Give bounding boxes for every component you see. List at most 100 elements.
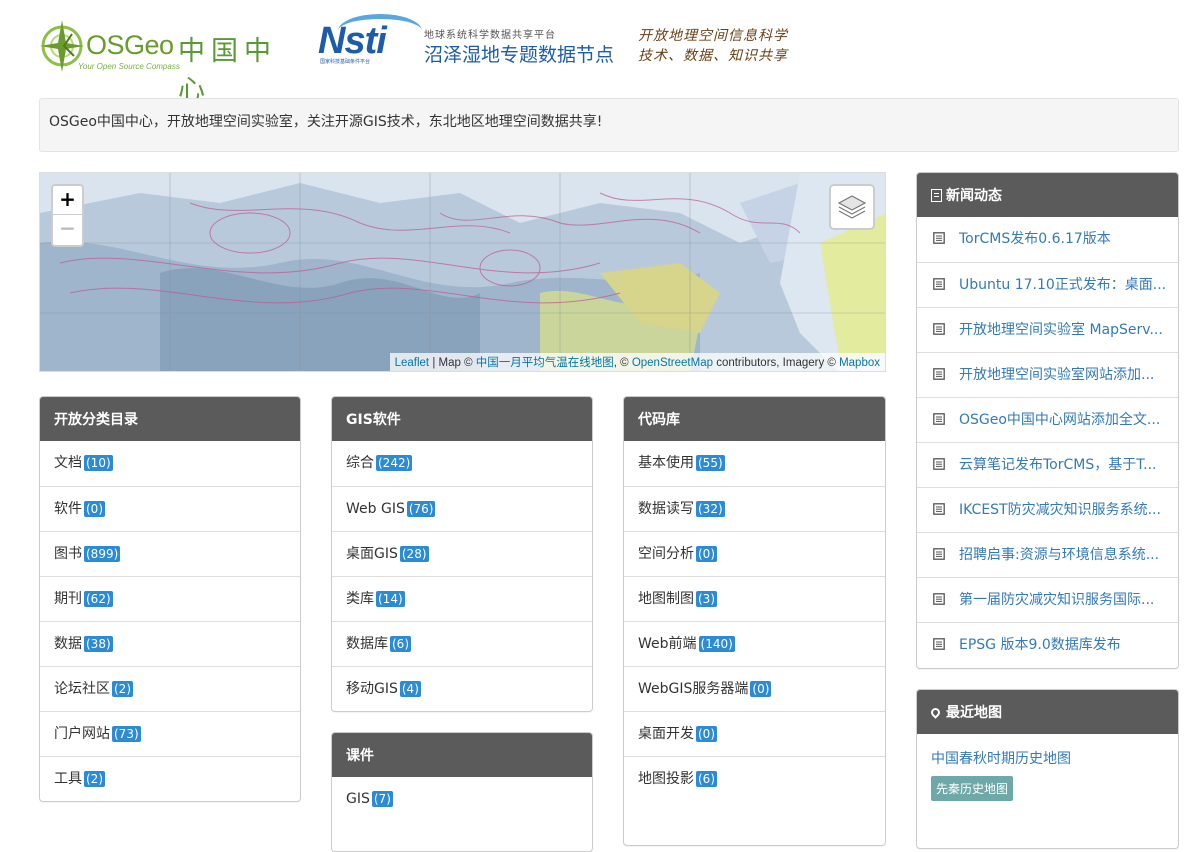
count-badge: (0) [84, 501, 105, 517]
osgeo-logo[interactable]: OSGeo 中国中心 Your Open Source Compass [38, 14, 300, 106]
list-item[interactable]: 招聘启事:资源与环境信息系统... [917, 532, 1178, 577]
list-item[interactable]: WebGIS服务器端 (0) [624, 666, 885, 711]
news-link[interactable]: OSGeo中国中心网站添加全文... [959, 412, 1160, 428]
attr-separator-1: | Map © [429, 357, 476, 369]
category-link[interactable]: 门户网站 [54, 726, 110, 742]
list-item[interactable]: 类库 (14) [332, 576, 592, 621]
osm-link[interactable]: OpenStreetMap [632, 357, 713, 369]
category-link[interactable]: 数据库 [346, 636, 388, 652]
category-link[interactable]: WebGIS服务器端 [638, 681, 748, 697]
list-item[interactable]: Ubuntu 17.10正式发布：桌面... [917, 262, 1178, 307]
recent-map-link[interactable]: 中国春秋时期历史地图 [931, 751, 1071, 767]
list-item[interactable]: EPSG 版本9.0数据库发布 [917, 622, 1178, 667]
category-link[interactable]: 地图投影 [638, 771, 694, 787]
leaflet-link[interactable]: Leaflet [395, 357, 430, 369]
category-link[interactable]: 移动GIS [346, 681, 398, 697]
news-link[interactable]: EPSG 版本9.0数据库发布 [959, 637, 1121, 653]
list-item[interactable]: 地图投影 (6) [624, 756, 885, 801]
list-item[interactable]: 门户网站 (73) [40, 711, 300, 756]
category-link[interactable]: 软件 [54, 501, 82, 517]
list-item[interactable]: 桌面GIS (28) [332, 531, 592, 576]
list-item[interactable]: 数据 (38) [40, 621, 300, 666]
category-link[interactable]: 综合 [346, 455, 374, 471]
list-item[interactable]: 数据库 (6) [332, 621, 592, 666]
news-link[interactable]: 招聘启事:资源与环境信息系统... [959, 547, 1159, 563]
category-link[interactable]: 文档 [54, 455, 82, 471]
category-link[interactable]: 空间分析 [638, 546, 694, 562]
document-icon [933, 278, 945, 290]
list-item[interactable]: GIS (7) [332, 777, 592, 822]
list-item[interactable]: 综合 (242) [332, 441, 592, 486]
list-item[interactable]: TorCMS发布0.6.17版本 [917, 217, 1178, 262]
news-link[interactable]: 第一届防灾减灾知识服务国际... [959, 592, 1154, 608]
mapbox-link[interactable]: Mapbox [839, 357, 880, 369]
news-link[interactable]: 开放地理空间实验室网站添加... [959, 367, 1154, 383]
category-link[interactable]: 期刊 [54, 591, 82, 607]
courseware-panel: 课件 GIS (7) [331, 732, 593, 852]
count-badge: (2) [84, 771, 105, 787]
temperature-map[interactable]: + − Leaflet | Map © 中国一月平均气温在线地图, © Open… [39, 172, 886, 372]
list-item[interactable]: IKCEST防灾减灾知识服务系统... [917, 487, 1178, 532]
nsti-platform-name: 地球系统科学数据共享平台 [424, 30, 556, 41]
nsti-logo[interactable]: Nsti 国家科技基础条件平台 地球系统科学数据共享平台 沼泽湿地专题数据节点 [318, 14, 618, 74]
count-badge: (140) [698, 636, 735, 652]
list-item[interactable]: 地图制图 (3) [624, 576, 885, 621]
category-link[interactable]: 数据读写 [638, 501, 694, 517]
list-item[interactable]: 桌面开发 (0) [624, 711, 885, 756]
category-link[interactable]: 论坛社区 [54, 681, 110, 697]
document-icon [933, 548, 945, 560]
list-item[interactable]: 文档 (10) [40, 441, 300, 486]
category-link[interactable]: 数据 [54, 636, 82, 652]
document-icon [933, 413, 945, 425]
attr-separator-2: , © [613, 357, 632, 369]
category-link[interactable]: 工具 [54, 771, 82, 787]
site-slogan: 开放地理空间信息科学 技术、数据、知识共享 [638, 26, 788, 66]
gis-software-panel-title: GIS软件 [332, 397, 592, 441]
map-source-link[interactable]: 中国一月平均气温在线地图 [476, 357, 614, 369]
count-badge: (899) [84, 546, 121, 562]
category-link[interactable]: 基本使用 [638, 455, 694, 471]
zoom-in-button[interactable]: + [53, 186, 82, 215]
list-item[interactable]: 开放地理空间实验室 MapServ... [917, 307, 1178, 352]
category-link[interactable]: 类库 [346, 591, 374, 607]
list-item[interactable]: Web GIS (76) [332, 486, 592, 531]
list-item[interactable]: 空间分析 (0) [624, 531, 885, 576]
count-badge: (4) [399, 681, 421, 697]
news-link[interactable]: IKCEST防灾减灾知识服务系统... [959, 502, 1161, 518]
news-panel: 新闻动态 TorCMS发布0.6.17版本 Ubuntu 17.10正式发布：桌面… [916, 172, 1179, 669]
category-link[interactable]: Web前端 [638, 636, 697, 652]
layers-toggle-button[interactable] [829, 184, 875, 230]
list-item[interactable]: 云算笔记发布TorCMS，基于T... [917, 442, 1178, 487]
category-link[interactable]: 图书 [54, 546, 82, 562]
category-link[interactable]: 桌面GIS [346, 546, 398, 562]
list-item[interactable]: 软件 (0) [40, 486, 300, 531]
list-item[interactable]: Web前端 (140) [624, 621, 885, 666]
category-link[interactable]: 桌面开发 [638, 726, 694, 742]
news-link[interactable]: 云算笔记发布TorCMS，基于T... [959, 457, 1156, 473]
news-link[interactable]: 开放地理空间实验室 MapServ... [959, 322, 1163, 338]
list-item[interactable]: 开放地理空间实验室网站添加... [917, 352, 1178, 397]
list-item[interactable]: 第一届防灾减灾知识服务国际... [917, 577, 1178, 622]
category-link[interactable]: GIS [346, 791, 370, 807]
count-badge: (6) [696, 771, 717, 787]
list-item[interactable]: 数据读写 (32) [624, 486, 885, 531]
count-badge: (28) [399, 546, 429, 562]
list-item[interactable]: 图书 (899) [40, 531, 300, 576]
list-item[interactable]: 工具 (2) [40, 756, 300, 801]
category-link[interactable]: Web GIS [346, 501, 405, 517]
list-item[interactable]: 期刊 (62) [40, 576, 300, 621]
list-item[interactable]: 基本使用 (55) [624, 441, 885, 486]
category-link[interactable]: 地图制图 [638, 591, 694, 607]
zoom-out-button[interactable]: − [53, 215, 82, 244]
count-badge: (32) [696, 501, 725, 517]
count-badge: (6) [390, 636, 411, 652]
news-link[interactable]: TorCMS发布0.6.17版本 [959, 231, 1111, 247]
map-category-tag[interactable]: 先秦历史地图 [931, 776, 1014, 801]
list-item[interactable]: 移动GIS (4) [332, 666, 592, 711]
catalog-panel-title: 开放分类目录 [40, 397, 300, 441]
code-library-panel: 代码库 基本使用 (55) 数据读写 (32) 空间分析 (0) 地图制图 (3) Web前端(… [623, 396, 886, 846]
count-badge: (3) [696, 591, 717, 607]
list-item[interactable]: OSGeo中国中心网站添加全文... [917, 397, 1178, 442]
list-item[interactable]: 论坛社区 (2) [40, 666, 300, 711]
news-link[interactable]: Ubuntu 17.10正式发布：桌面... [959, 277, 1166, 293]
